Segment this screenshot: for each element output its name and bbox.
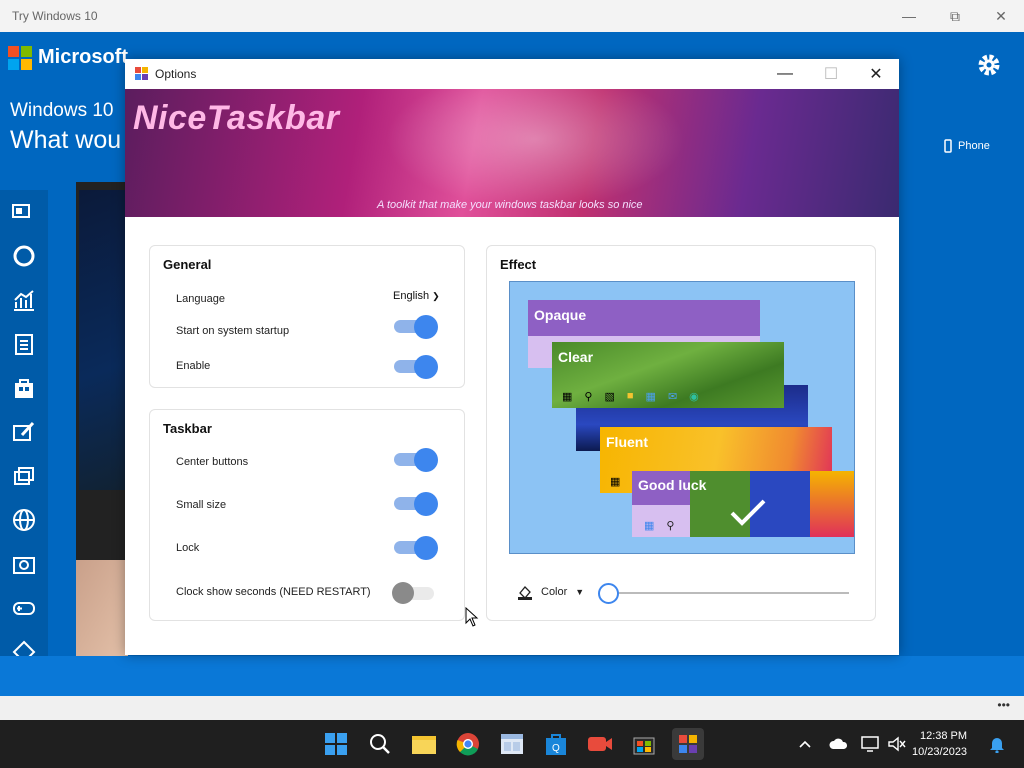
volume-muted-icon[interactable]	[882, 728, 912, 760]
color-label: Color	[541, 586, 568, 598]
center-buttons-toggle[interactable]	[392, 448, 438, 472]
clock-seconds-toggle[interactable]	[392, 582, 438, 604]
restore-button[interactable]: ⧉	[932, 0, 978, 32]
opaque-label: Opaque	[534, 307, 587, 323]
effect-card: Effect Opaque Clear ▦ ⚲ ▧ ■ ▦ ✉ ◉ Fluent ▦	[486, 245, 876, 621]
dialog-maximize-button[interactable]: ☐	[808, 59, 854, 89]
caret-down-icon: ▼	[575, 587, 585, 597]
gamepad-icon[interactable]	[8, 592, 40, 624]
color-picker[interactable]: Color ▼	[517, 584, 584, 600]
microsoft-brand: Microsoft	[38, 46, 128, 68]
lock-toggle[interactable]	[392, 536, 438, 560]
banner-brand: NiceTaskbar	[133, 99, 340, 137]
windows-taskbar: Q 12:38 PM 10/23/2023	[0, 720, 1024, 768]
checkmark-icon	[730, 499, 766, 526]
general-heading: General	[163, 257, 212, 272]
chart-icon[interactable]	[8, 284, 40, 316]
background-line2: What wou	[10, 126, 122, 154]
left-sidebar	[0, 190, 48, 664]
file-explorer-icon[interactable]	[408, 728, 440, 760]
effect-preview[interactable]: Opaque Clear ▦ ⚲ ▧ ■ ▦ ✉ ◉ Fluent ▦ Good luck	[509, 281, 855, 554]
small-size-label: Small size	[176, 499, 227, 511]
lock-label: Lock	[176, 542, 200, 554]
chrome-icon[interactable]	[452, 728, 484, 760]
camera-app-icon[interactable]	[584, 728, 616, 760]
outer-window-title: Try Windows 10	[12, 9, 98, 23]
phone-link[interactable]: Phone	[944, 139, 990, 153]
taskbar-heading: Taskbar	[163, 421, 212, 436]
phone-icon	[944, 139, 952, 153]
clear-layer[interactable]: Clear ▦ ⚲ ▧ ■ ▦ ✉ ◉	[552, 342, 784, 408]
search-icon[interactable]	[364, 728, 396, 760]
outer-titlebar: Try Windows 10 — ⧉ ✕	[0, 0, 1024, 32]
store-app-icon[interactable]	[628, 728, 660, 760]
dialog-minimize-button[interactable]: —	[762, 59, 808, 89]
chevron-down-icon: ❯	[432, 291, 440, 301]
app-icon	[135, 67, 148, 80]
notification-bell-icon[interactable]	[984, 728, 1010, 760]
dialog-titlebar: Options — ☐ ✕	[125, 59, 899, 89]
background-line1: Windows 10	[10, 100, 114, 121]
tray-chevron-up-icon[interactable]	[790, 728, 820, 760]
opacity-slider-track[interactable]	[607, 592, 849, 594]
phone-label: Phone	[958, 140, 990, 152]
close-button[interactable]: ✕	[978, 0, 1024, 32]
dialog-title: Options	[155, 67, 197, 81]
cortana-icon[interactable]	[8, 240, 40, 272]
windows-icon[interactable]	[8, 460, 40, 492]
bottom-blue-bar	[0, 656, 1024, 696]
clock-seconds-label: Clock show seconds (NEED RESTART)	[176, 586, 371, 598]
minimize-button[interactable]: —	[886, 0, 932, 32]
svg-text:Q: Q	[552, 743, 560, 754]
dialog-close-button[interactable]: ✕	[853, 59, 899, 89]
center-buttons-label: Center buttons	[176, 456, 249, 468]
bottom-gray-bar: •••	[0, 696, 1024, 720]
pen-icon[interactable]	[8, 416, 40, 448]
enable-label: Enable	[176, 360, 211, 372]
language-dropdown[interactable]: English ❯	[393, 290, 440, 302]
system-clock[interactable]: 12:38 PM 10/23/2023	[912, 728, 967, 760]
clock-time: 12:38 PM	[919, 730, 968, 742]
devices-icon[interactable]	[8, 196, 40, 228]
effect-heading: Effect	[500, 257, 537, 272]
hand-image	[76, 560, 128, 656]
onedrive-icon[interactable]	[824, 728, 854, 760]
store-bag-icon[interactable]: Q	[540, 728, 572, 760]
camera-icon[interactable]	[8, 548, 40, 580]
opacity-slider-knob[interactable]	[598, 583, 619, 604]
startup-toggle[interactable]	[392, 315, 438, 339]
clear-label: Clear	[558, 349, 594, 365]
banner: NiceTaskbar A toolkit that make your win…	[125, 89, 899, 217]
startup-label: Start on system startup	[176, 325, 290, 337]
taskbar-card: Taskbar Center buttons Small size Lock C…	[149, 409, 465, 621]
banner-tagline: A toolkit that make your windows taskbar…	[377, 199, 643, 211]
settings-gear-icon[interactable]	[976, 52, 1002, 78]
nicetaskbar-app-icon[interactable]	[672, 728, 704, 760]
clipboard-icon[interactable]	[8, 328, 40, 360]
small-size-toggle[interactable]	[392, 492, 438, 516]
start-button[interactable]	[320, 728, 352, 760]
good-luck-label: Good luck	[638, 477, 707, 493]
store-icon[interactable]	[8, 372, 40, 404]
good-luck-layer[interactable]: Good luck ▦ ⚲	[632, 471, 854, 537]
options-dialog: Options — ☐ ✕ NiceTaskbar A toolkit that…	[125, 59, 899, 655]
window-app-icon[interactable]	[496, 728, 528, 760]
microsoft-logo-icon	[8, 46, 32, 70]
clock-date: 10/23/2023	[912, 746, 968, 758]
mouse-cursor-icon	[465, 607, 479, 627]
paint-bucket-icon	[518, 586, 532, 600]
enable-toggle[interactable]	[392, 355, 438, 379]
windows-logo-icon	[325, 733, 347, 755]
globe-icon[interactable]	[8, 504, 40, 536]
more-dots-icon[interactable]: •••	[997, 698, 1010, 712]
language-label: Language	[176, 293, 225, 305]
fluent-label: Fluent	[606, 434, 648, 450]
general-card: General Language English ❯ Start on syst…	[149, 245, 465, 388]
language-value: English	[393, 290, 430, 302]
